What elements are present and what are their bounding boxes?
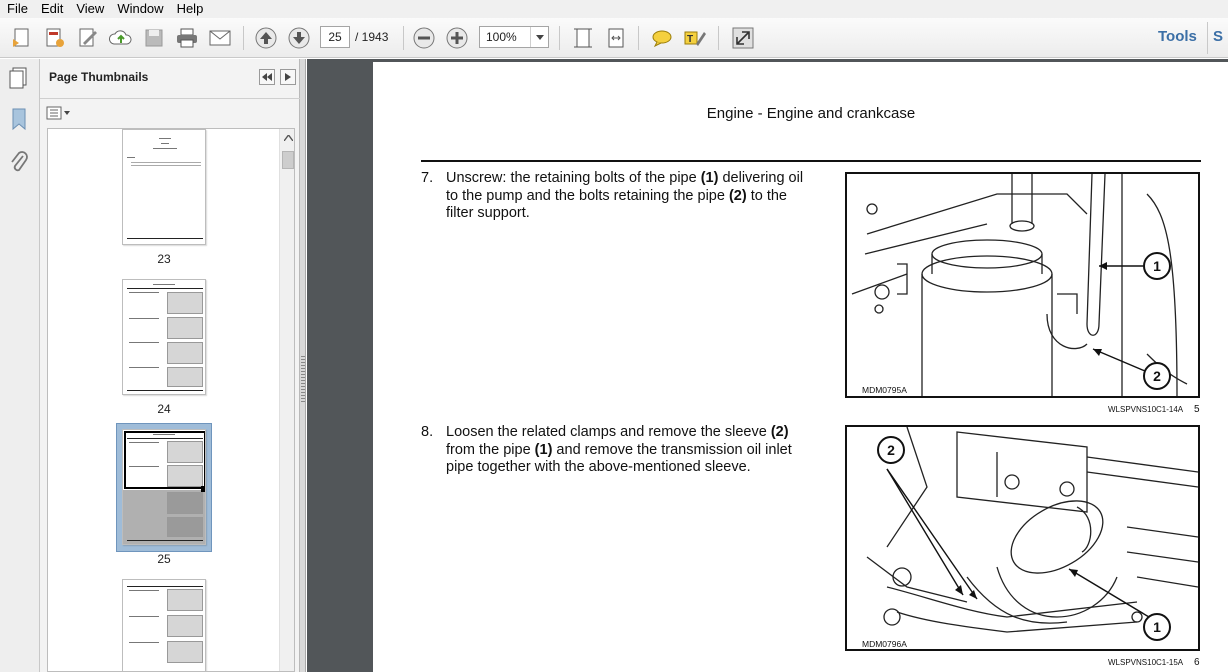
figure-code: MDM0795A [862, 385, 907, 395]
part-reference: (1) [534, 441, 553, 458]
callout-2: 2 [877, 436, 905, 464]
highlight-icon[interactable]: T [681, 24, 709, 52]
toolbar-separator [559, 26, 560, 50]
toolbar-separator [718, 26, 719, 50]
svg-text:T: T [687, 34, 693, 45]
zoom-select[interactable]: 100% [479, 26, 549, 48]
thumbnails-header: Page Thumbnails [40, 59, 300, 99]
toolbar-separator [1207, 22, 1208, 54]
thumbnail-page[interactable] [122, 279, 206, 395]
email-icon[interactable] [206, 24, 234, 52]
thumbnail-page-current[interactable] [122, 429, 206, 545]
sign-icon[interactable] [74, 24, 102, 52]
thumbnail-list[interactable]: 23 24 25 [47, 128, 295, 672]
toolbar: 25 / 1943 100% T Tools S [0, 18, 1228, 58]
previous-page-icon[interactable] [252, 24, 280, 52]
figure-number: 6 [1194, 657, 1200, 668]
thumbnail-options-button[interactable] [46, 105, 72, 121]
part-reference: (2) [728, 187, 747, 204]
expand-panel-button[interactable] [280, 69, 296, 85]
page-total: / 1943 [355, 30, 389, 44]
figure-6: 2 1 MDM0796A [845, 425, 1200, 651]
create-icon[interactable] [8, 24, 36, 52]
next-panel-button[interactable]: S [1213, 28, 1223, 45]
scrollbar-thumb[interactable] [282, 151, 294, 169]
panel-title: Page Thumbnails [49, 70, 149, 84]
splitter-grip[interactable] [301, 356, 305, 404]
attachments-icon[interactable] [6, 149, 32, 175]
figure-ref: WLSPVNS10C1-15A [1108, 658, 1184, 667]
menu-bar: File Edit View Window Help [0, 0, 1228, 18]
page-number-input[interactable]: 25 [320, 26, 350, 48]
menu-edit[interactable]: Edit [34, 0, 69, 18]
figure-number: 5 [1194, 404, 1200, 415]
navigation-pane-strip [0, 59, 40, 672]
document-view[interactable]: Engine - Engine and crankcase 7. Unscrew… [307, 59, 1228, 672]
fit-width-icon[interactable] [602, 24, 630, 52]
thumbnail-page[interactable] [122, 129, 206, 245]
callout-1: 1 [1143, 613, 1171, 641]
thumbnail-page-number: 25 [157, 552, 171, 566]
next-page-icon[interactable] [285, 24, 313, 52]
save-icon[interactable] [140, 24, 168, 52]
page-thumbnails-icon[interactable] [6, 65, 32, 91]
print-icon[interactable] [173, 24, 201, 52]
thumbnail-page-number: 24 [157, 402, 171, 416]
toolbar-separator [403, 26, 404, 50]
edit-pdf-icon[interactable] [41, 24, 69, 52]
step-text-run: Loosen the related clamps and remove the… [446, 424, 771, 440]
engine-pipe-diagram [851, 173, 1188, 397]
menu-file[interactable]: File [0, 0, 34, 18]
comment-icon[interactable] [648, 24, 676, 52]
step-number: 7. [421, 170, 434, 186]
figure-ref: WLSPVNS10C1-14A [1108, 405, 1184, 414]
scroll-up-icon[interactable] [280, 129, 294, 147]
zoom-out-icon[interactable] [410, 24, 438, 52]
callout-1: 1 [1143, 252, 1171, 280]
collapse-panel-button[interactable] [259, 69, 275, 85]
pdf-page: Engine - Engine and crankcase 7. Unscrew… [373, 62, 1228, 672]
menu-window[interactable]: Window [110, 0, 169, 18]
header-rule [421, 160, 1201, 162]
toolbar-separator [638, 26, 639, 50]
tools-button[interactable]: Tools [1158, 28, 1197, 45]
page-header: Engine - Engine and crankcase [706, 105, 916, 122]
menu-help[interactable]: Help [170, 0, 210, 18]
figure-5: 1 2 MDM0795A [845, 172, 1200, 398]
thumbnail-page[interactable] [122, 579, 206, 671]
step-number: 8. [421, 424, 434, 440]
fit-page-icon[interactable] [569, 24, 597, 52]
step-text-run: from the pipe [446, 441, 535, 458]
toolbar-separator [243, 26, 244, 50]
figure-code: MDM0796A [862, 639, 907, 649]
step-text-run: Unscrew: the retaining bolts of the pipe [446, 170, 701, 186]
part-reference: (2) [770, 424, 789, 440]
zoom-in-icon[interactable] [443, 24, 471, 52]
bookmarks-icon[interactable] [6, 106, 32, 132]
chevron-down-icon[interactable] [530, 27, 548, 47]
thumbnail-scrollbar[interactable] [279, 129, 294, 671]
page-thumbnails-panel: Page Thumbnails 23 24 25 [40, 59, 300, 672]
menu-view[interactable]: View [69, 0, 110, 18]
callout-2: 2 [1143, 362, 1171, 390]
part-reference: (1) [700, 170, 719, 186]
panel-splitter[interactable] [300, 59, 306, 672]
fullscreen-icon[interactable] [729, 24, 757, 52]
step-text: Unscrew: the retaining bolts of the pipe… [446, 170, 816, 223]
zoom-value: 100% [486, 30, 517, 44]
thumbnail-page-number: 23 [157, 252, 171, 266]
cloud-upload-icon[interactable] [107, 24, 135, 52]
step-text: Loosen the related clamps and remove the… [446, 424, 816, 477]
